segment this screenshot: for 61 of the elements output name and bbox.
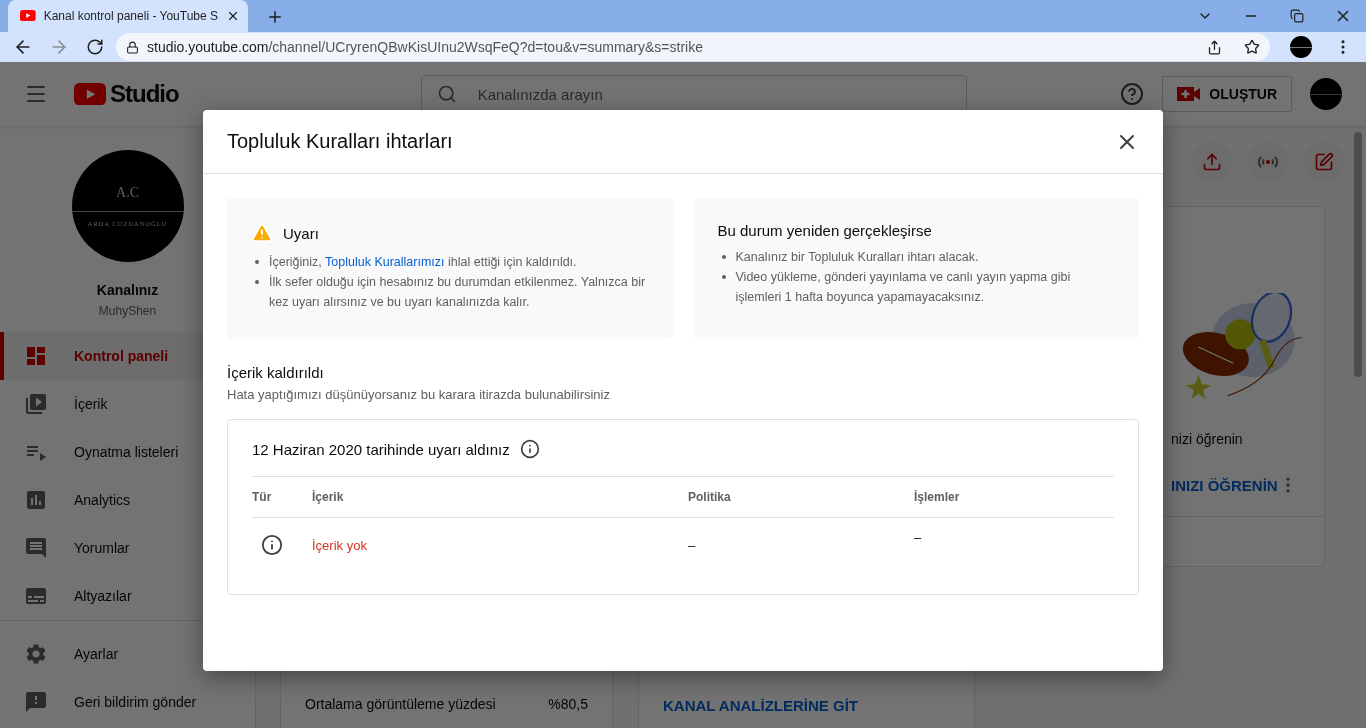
column-header: İçerik (312, 477, 688, 518)
tab-title: Kanal kontrol paneli - YouTube S (43, 9, 218, 23)
dashboard-icon (24, 344, 48, 368)
lock-icon[interactable] (126, 40, 139, 54)
card-text: nizi öğrenin (1171, 431, 1244, 447)
info-icon (261, 534, 283, 556)
create-button[interactable]: OLUŞTUR (1162, 76, 1292, 112)
guidelines-link[interactable]: Topluluk Kurallarımızı (325, 255, 445, 269)
edit-icon[interactable] (1304, 142, 1344, 182)
avatar-initials: A.C (116, 185, 139, 202)
table-cell-text: İçerik yok (312, 536, 368, 555)
video-library-icon (24, 392, 48, 416)
dialog-title: Topluluk Kuralları ihtarları (227, 130, 453, 153)
settings-icon (24, 642, 48, 666)
close-icon[interactable] (226, 9, 240, 23)
section-subtitle: Hata yaptığımızı düşünüyorsanız bu karara itirazda bulunabilirsiniz (227, 387, 611, 402)
sidebar-item[interactable]: Geri bildirim gönder (0, 678, 255, 726)
column-header: Politika (688, 477, 914, 518)
comment-icon (24, 536, 48, 560)
analytics-link[interactable]: KANAL ANALİZLERİNE GİT (663, 697, 950, 714)
bullet-text: Kanalınız bir Topluluk Kuralları ihtarı alacak. (735, 249, 979, 266)
scrollbar[interactable] (1354, 132, 1362, 377)
logo-text: Studio (110, 80, 179, 108)
bullet-icon (255, 260, 259, 264)
live-icon[interactable] (1248, 142, 1288, 182)
bullet-icon (721, 275, 726, 279)
info-icon[interactable] (519, 439, 540, 459)
browser-tab[interactable]: Kanal kontrol paneli - YouTube S (8, 0, 248, 32)
profile-avatar[interactable] (1290, 36, 1312, 58)
table-cell-text: – (914, 529, 923, 547)
bullet-icon (721, 255, 726, 259)
channel-name: MuhyShen (98, 304, 157, 318)
sidebar-item[interactable]: Yorumlar (0, 524, 255, 572)
stat-label: Ortalama görüntüleme yüzdesi (305, 696, 496, 712)
panel-title: Bu durum yeniden gerçekleşirse (717, 222, 932, 239)
stat-value: %80,5 (548, 696, 588, 712)
strike-title: 12 Haziran 2020 tarihinde uyarı aldınız (252, 440, 510, 458)
play-logo-icon (74, 82, 106, 106)
table-cell-text: – (688, 536, 697, 555)
video-plus-icon (1177, 86, 1202, 102)
plus-icon[interactable] (266, 8, 284, 26)
warning-icon (251, 222, 273, 244)
bullet-icon (255, 280, 259, 284)
search-icon (436, 84, 457, 104)
column-header: İşlemler (914, 477, 1114, 518)
sidebar-item[interactable]: Ayarlar (0, 630, 255, 678)
panel-title: Uyarı (283, 224, 319, 242)
feedback-icon (24, 690, 48, 714)
sidebar-item[interactable]: Altyazılar (0, 572, 255, 620)
bullet-text: İçeriğiniz, Topluluk Kurallarımızı ihlal ettiği için kaldırıldı. (269, 254, 577, 271)
learn-link[interactable]: INIZI ÖĞRENİN (1171, 476, 1278, 494)
upload-icon[interactable] (1192, 142, 1232, 182)
bullet-text: İlk sefer olduğu için hesabınız bu durumdan etkilenmez. Yalnızca bir kez uyarı alırsınız ve bu uyarı kanalınızda kalır. (269, 274, 647, 311)
share-icon[interactable] (1207, 39, 1222, 55)
help-icon[interactable] (1120, 82, 1145, 106)
play-logo-icon (20, 10, 36, 22)
bullet-text: Video yükleme, gönderi yayınlama ve canlı yayın yapma gibi işlemleri 1 hafta boyunca yapamayacaksınız. (735, 269, 1072, 306)
channel-label: Kanalınız (96, 282, 159, 298)
bar-chart-icon (24, 488, 48, 512)
star-icon[interactable] (1244, 39, 1260, 55)
column-header: Tür (252, 477, 312, 518)
